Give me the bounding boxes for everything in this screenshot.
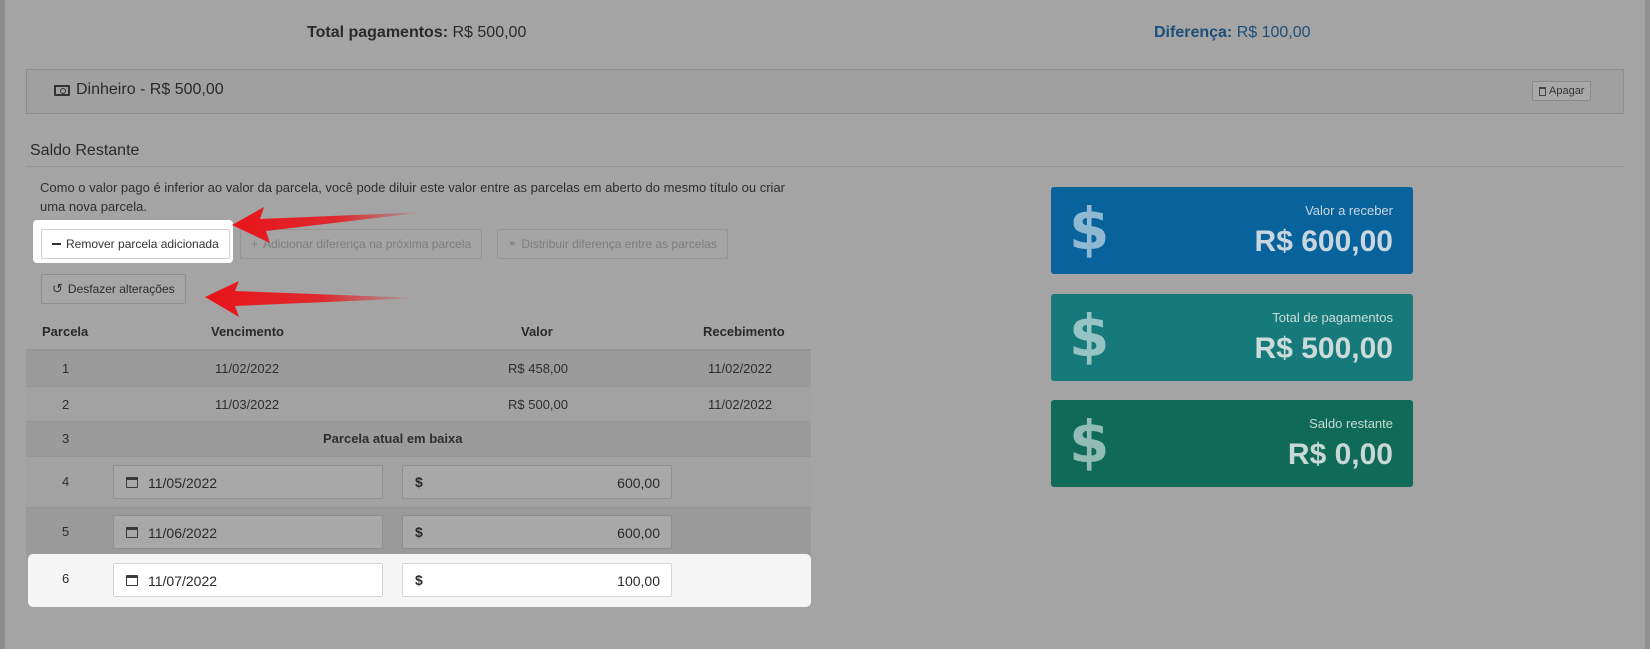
currency-symbol: $ <box>415 572 423 588</box>
table-row: 1 11/02/2022 R$ 458,00 11/02/2022 <box>26 351 811 387</box>
card-value: R$ 600,00 <box>1254 225 1393 258</box>
total-pagamentos: Total pagamentos: R$ 500,00 <box>307 24 526 42</box>
currency-symbol: $ <box>415 474 423 490</box>
undo-changes-button[interactable]: ↺ Desfazer alterações <box>41 274 186 304</box>
amount-value: 600,00 <box>617 525 660 541</box>
calendar-icon <box>126 575 138 586</box>
col-header-valor: Valor <box>521 324 553 339</box>
table-row: 5 11/06/2022 $ 600,00 <box>26 508 811 558</box>
undo-icon: ↺ <box>52 281 63 296</box>
table-row: 2 11/03/2022 R$ 500,00 11/02/2022 <box>26 387 811 422</box>
parcela-number: 5 <box>62 524 70 539</box>
col-header-parcela: Parcela <box>42 324 89 339</box>
due-date-input[interactable]: 11/06/2022 <box>113 515 383 549</box>
col-header-recebimento: Recebimento <box>703 324 785 339</box>
due-date-value: 11/05/2022 <box>148 475 218 491</box>
current-installment-note: Parcela atual em baixa <box>323 431 463 446</box>
diferenca-label: Diferença: <box>1154 24 1233 41</box>
diferenca-value: R$ 100,00 <box>1236 24 1311 41</box>
total-pagamentos-label: Total pagamentos: <box>307 24 449 41</box>
section-title: Saldo Restante <box>30 142 140 159</box>
page-edge <box>1645 0 1650 649</box>
calendar-icon <box>126 527 138 538</box>
table-row: 3 Parcela atual em baixa <box>26 422 811 457</box>
delete-payment-button[interactable]: Apagar <box>1532 81 1592 101</box>
vencimento-date: 11/02/2022 <box>215 361 280 376</box>
minus-icon <box>52 243 61 245</box>
amount-input[interactable]: $ 600,00 <box>402 465 672 499</box>
remove-installment-label: Remover parcela adicionada <box>66 237 219 251</box>
card-label: Total de pagamentos <box>1272 310 1393 325</box>
red-arrow-icon <box>232 207 426 243</box>
diferenca: Diferença: R$ 100,00 <box>1154 24 1311 42</box>
card-label: Valor a receber <box>1305 203 1393 218</box>
recebimento-date: 11/02/2022 <box>708 361 773 376</box>
dollar-icon: $ <box>1069 408 1110 476</box>
trash-icon <box>1539 86 1546 96</box>
dollar-icon: $ <box>1069 195 1110 263</box>
undo-changes-label: Desfazer alterações <box>67 282 175 296</box>
dollar-icon: $ <box>1069 302 1110 370</box>
parcela-number: 3 <box>62 431 70 446</box>
currency-symbol: $ <box>415 524 423 540</box>
delete-payment-label: Apagar <box>1549 85 1585 97</box>
valor-amount: R$ 458,00 <box>508 361 568 376</box>
parcela-number: 4 <box>62 474 70 489</box>
parcela-number: 1 <box>62 361 70 376</box>
due-date-input[interactable]: 11/05/2022 <box>113 465 383 499</box>
calendar-icon <box>126 477 138 488</box>
distribute-diff-label: Distribuir diferença entre as parcelas <box>521 237 717 251</box>
card-value: R$ 0,00 <box>1287 438 1393 471</box>
section-divider <box>26 166 1624 167</box>
total-pagamentos-value: R$ 500,00 <box>452 24 527 41</box>
red-arrow-icon <box>205 281 419 317</box>
due-date-value: 11/07/2022 <box>148 573 218 589</box>
payment-label: Dinheiro - R$ 500,00 <box>76 81 224 98</box>
amount-input[interactable]: $ 100,00 <box>402 563 672 597</box>
card-value: R$ 500,00 <box>1254 332 1393 365</box>
col-header-vencimento: Vencimento <box>211 324 284 339</box>
money-icon <box>54 85 70 96</box>
distribute-diff-button[interactable]: ⚭ Distribuir diferença entre as parcelas <box>497 229 728 259</box>
parcela-number: 6 <box>62 571 70 586</box>
due-date-value: 11/06/2022 <box>148 525 218 541</box>
valor-amount: R$ 500,00 <box>508 397 568 412</box>
card-saldo-restante: $ Saldo restante R$ 0,00 <box>1051 400 1413 487</box>
remove-installment-button[interactable]: Remover parcela adicionada <box>41 229 230 259</box>
due-date-input[interactable]: 11/07/2022 <box>113 563 383 597</box>
amount-value: 600,00 <box>617 475 660 491</box>
recebimento-date: 11/02/2022 <box>708 397 773 412</box>
amount-value: 100,00 <box>617 573 660 589</box>
card-total-pagamentos: $ Total de pagamentos R$ 500,00 <box>1051 294 1413 381</box>
share-icon: ⚭ <box>508 238 517 250</box>
card-label: Saldo restante <box>1309 416 1393 431</box>
parcela-number: 2 <box>62 397 70 412</box>
payment-entry: Dinheiro - R$ 500,00 Apagar <box>26 69 1624 114</box>
table-row-highlighted: 6 11/07/2022 $ 100,00 <box>28 554 811 607</box>
vencimento-date: 11/03/2022 <box>215 397 280 412</box>
amount-input[interactable]: $ 600,00 <box>402 515 672 549</box>
table-row: 4 11/05/2022 $ 600,00 <box>26 457 811 508</box>
card-valor-receber: $ Valor a receber R$ 600,00 <box>1051 187 1413 274</box>
